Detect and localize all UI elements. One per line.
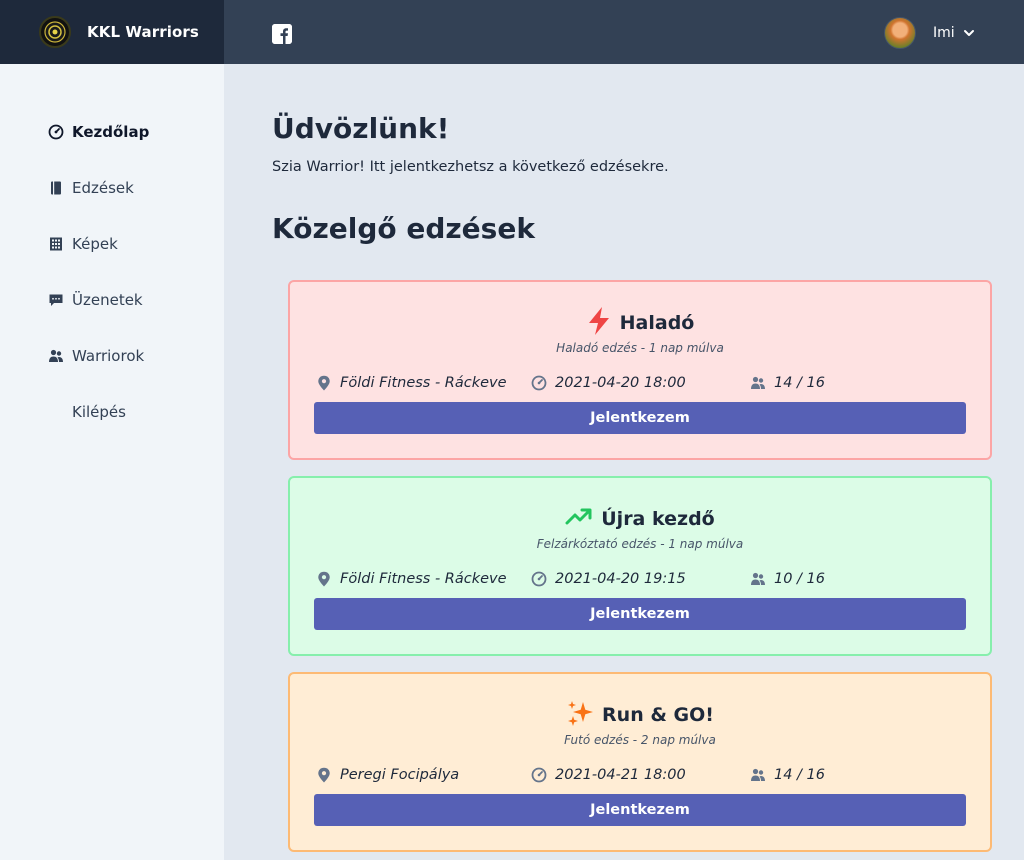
training-datetime: 2021-04-20 18:00 [531,373,686,393]
training-capacity: 14 / 16 [750,373,825,393]
training-capacity: 10 / 16 [750,569,825,589]
facebook-icon[interactable] [272,24,292,44]
sidebar-item-kilepes[interactable]: Kilépés [48,400,126,424]
training-datetime: 2021-04-20 19:15 [531,569,686,589]
training-title: Run & GO! [602,704,714,726]
training-subtitle: Haladó edzés - 1 nap múlva [556,341,724,355]
users-icon [750,767,766,783]
page-subtitle: Szia Warrior! Itt jelentkezhetsz a követ… [272,159,669,175]
training-location: Földi Fitness - Ráckeve [316,373,507,393]
sidebar-item-label: Edzések [72,179,134,197]
chat-icon [48,292,64,308]
sidebar-item-label: Kilépés [72,403,126,421]
sidebar-item-warriorok[interactable]: Warriorok [48,344,144,368]
user-name: Imi [933,25,955,41]
training-location: Földi Fitness - Ráckeve [316,569,507,589]
sidebar-item-kezdolap[interactable]: Kezdőlap [48,120,149,144]
sidebar-item-uzenetek[interactable]: Üzenetek [48,288,143,312]
users-icon [750,375,766,391]
training-datetime: 2021-04-21 18:00 [531,765,686,785]
book-icon [48,180,64,196]
training-subtitle: Futó edzés - 2 nap múlva [564,733,716,747]
gauge-icon [531,571,547,587]
page-title: Üdvözlünk! [272,112,450,145]
users-icon [750,571,766,587]
sidebar-item-label: Képek [72,235,118,253]
avatar [884,17,916,49]
sidebar-item-label: Üzenetek [72,291,143,309]
logo-icon [39,16,71,48]
join-button[interactable]: Jelentkezem [314,794,966,826]
grid-icon [48,236,64,252]
brand[interactable]: KKL Warriors [0,0,224,64]
user-menu[interactable]: Imi [884,17,975,49]
training-capacity: 14 / 16 [750,765,825,785]
sidebar-item-label: Warriorok [72,347,145,365]
location-pin-icon [316,767,332,783]
chevron-down-icon [963,27,975,39]
sidebar: Kezdőlap Edzések Képek Üzenetek Warrioro… [0,64,224,860]
join-button[interactable]: Jelentkezem [314,402,966,434]
gauge-icon [531,767,547,783]
training-subtitle: Felzárkóztató edzés - 1 nap múlva [536,537,744,551]
training-card: Run & GO! Futó edzés - 2 nap múlva Pereg… [288,672,992,852]
sparkles-icon [566,699,594,731]
users-icon [48,348,64,364]
lightning-icon [586,306,612,340]
training-title: Újra kezdő [601,508,715,530]
trending-up-icon [565,507,593,531]
brand-title: KKL Warriors [87,23,199,41]
training-card: Újra kezdő Felzárkóztató edzés - 1 nap m… [288,476,992,656]
training-location: Peregi Focipálya [316,765,459,785]
section-title: Közelgő edzések [272,212,535,245]
sidebar-item-kepek[interactable]: Képek [48,232,118,256]
gauge-icon [531,375,547,391]
dashboard-icon [48,124,64,140]
location-pin-icon [316,571,332,587]
join-button[interactable]: Jelentkezem [314,598,966,630]
training-card: Haladó Haladó edzés - 1 nap múlva Földi … [288,280,992,460]
location-pin-icon [316,375,332,391]
training-title: Haladó [619,312,695,334]
top-bar: KKL Warriors Imi [0,0,1024,64]
sidebar-item-edzesek[interactable]: Edzések [48,176,134,200]
sidebar-item-label: Kezdőlap [72,123,150,141]
